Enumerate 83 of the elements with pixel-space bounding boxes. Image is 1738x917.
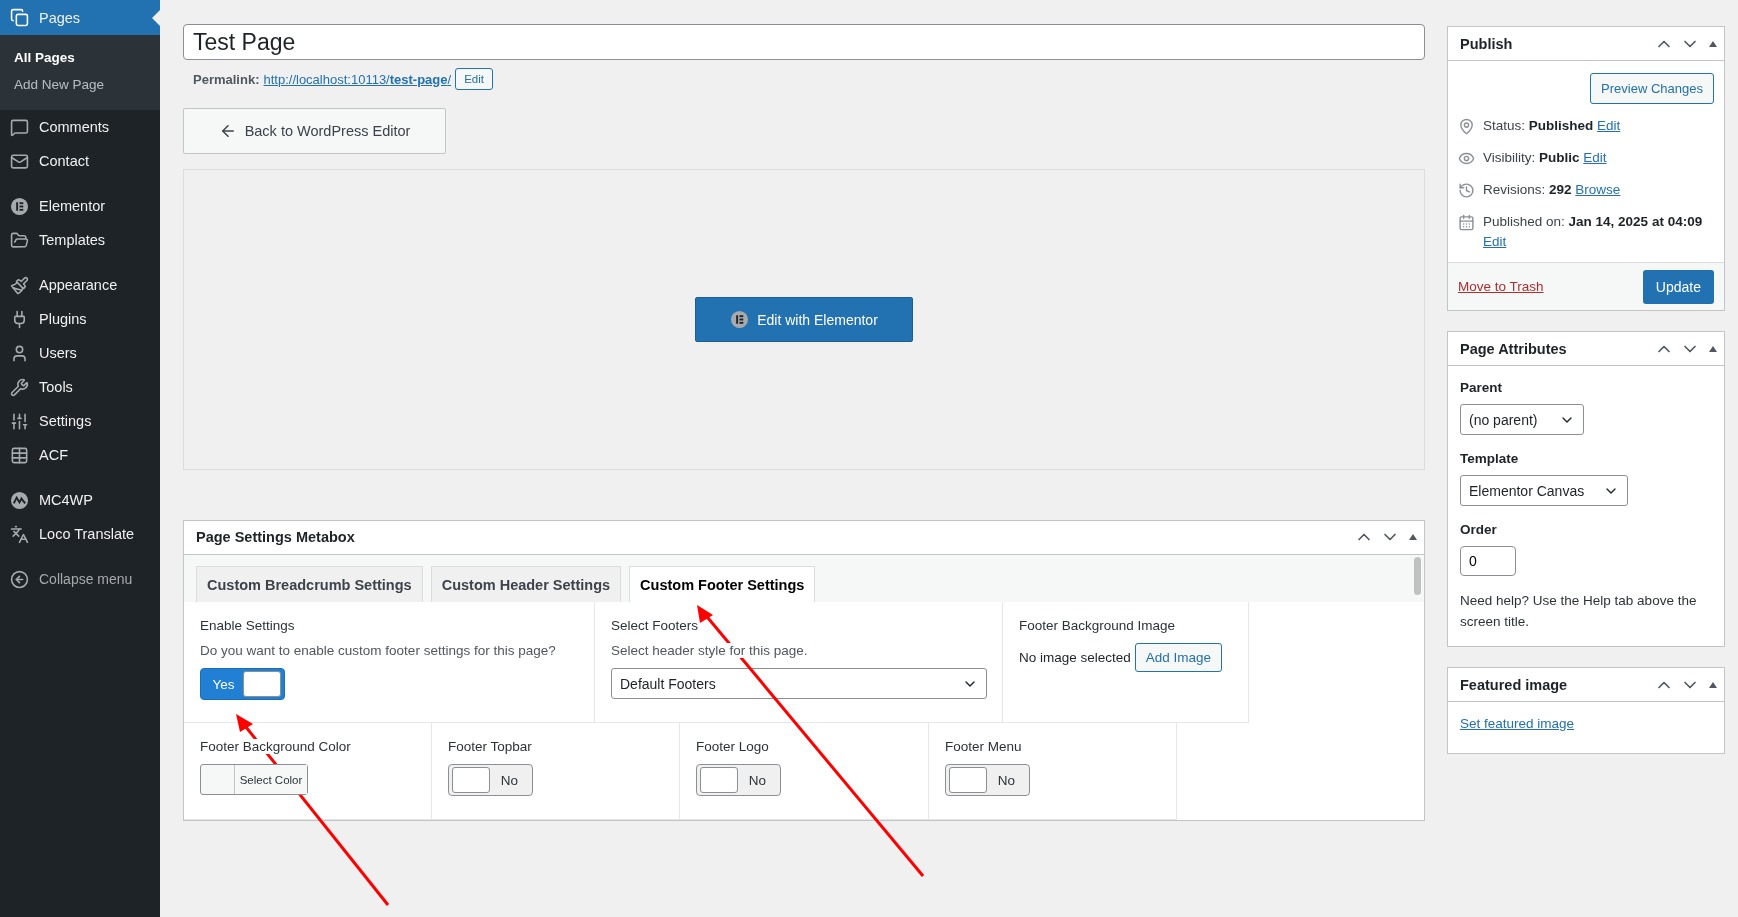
help-text: Need help? Use the Help tab above the screen title. [1460, 592, 1698, 631]
menu-item[interactable]: Contact [0, 144, 160, 178]
letter-e-circle-icon [730, 310, 750, 329]
toggle-switch[interactable]: No [448, 764, 533, 796]
info-link[interactable]: Edit [1597, 118, 1621, 133]
add-image-button[interactable]: Add Image [1134, 643, 1223, 672]
menu-item[interactable]: Loco Translate [0, 517, 160, 551]
badge-circle-icon [10, 490, 29, 510]
folder-icon [10, 230, 29, 250]
field-label: Footer Topbar [448, 739, 532, 754]
footer-select[interactable]: Default Footers [611, 668, 987, 699]
title-field[interactable]: Test Page [183, 24, 1425, 60]
info-link[interactable]: Edit [1583, 150, 1607, 165]
submenu-item[interactable]: All Pages [0, 44, 160, 71]
user-icon [10, 343, 29, 363]
speech-bubble-icon [10, 117, 29, 137]
menu-item[interactable]: Pages [0, 0, 160, 35]
table-icon [10, 445, 29, 465]
publish-info: Revisions: 292 Browse [1483, 181, 1621, 199]
update-button[interactable]: Update [1642, 269, 1714, 304]
letter-e-circle-icon [10, 196, 29, 216]
set-featured-image-link[interactable]: Set featured image [1460, 716, 1575, 731]
permalink-label: Permalink: [193, 71, 260, 87]
settings-tab[interactable]: Custom Header Settings [430, 566, 622, 602]
toggle-switch[interactable]: No [945, 764, 1030, 796]
field-label: Footer Menu [945, 739, 1022, 754]
permalink-link[interactable]: http://localhost:10113/test-page/ [263, 71, 452, 87]
field-label: Footer Logo [696, 739, 769, 754]
menu-item[interactable]: Plugins [0, 302, 160, 336]
template-select[interactable]: Elementor Canvas [1460, 475, 1628, 506]
field-description: Select header style for this page. [611, 643, 808, 658]
box-title: Page Attributes [1460, 340, 1567, 357]
menu-item[interactable]: ACF [0, 438, 160, 472]
publish-info: Published on: Jan 14, 2025 at 04:09 Edit [1483, 213, 1704, 251]
field-label: Select Footers [611, 618, 699, 633]
field-description: Do you want to enable custom footer settings for this page? [200, 643, 556, 658]
menu-item[interactable]: Users [0, 336, 160, 370]
field-label: Footer Background Image [1019, 618, 1176, 633]
color-picker[interactable]: Select Color [200, 764, 308, 795]
box-title: Publish [1460, 35, 1513, 52]
settings-tab[interactable]: Custom Footer Settings [629, 566, 816, 602]
settings-tab[interactable]: Custom Breadcrumb Settings [196, 566, 423, 602]
order-field[interactable]: 0 [1460, 546, 1516, 576]
publish-info: Status: Published Edit [1483, 117, 1621, 135]
field-label: Order [1460, 522, 1498, 537]
parent-select[interactable]: (no parent) [1460, 404, 1584, 435]
wrench-icon [10, 377, 29, 397]
menu-item[interactable]: MC4WP [0, 483, 160, 517]
back-button[interactable]: Back to WordPress Editor [183, 108, 446, 154]
menu-item[interactable]: Tools [0, 370, 160, 404]
preview-changes-button[interactable]: Preview Changes [1590, 73, 1714, 104]
field-label: Parent [1460, 380, 1504, 395]
history-clock-icon [1458, 182, 1475, 199]
menu-item[interactable]: Settings [0, 404, 160, 438]
calendar-icon [1458, 214, 1475, 231]
menu-item[interactable]: Appearance [0, 268, 160, 302]
sliders-icon [10, 411, 29, 431]
pages-icon [10, 8, 29, 27]
submenu-item[interactable]: Add New Page [0, 71, 160, 98]
publish-info: Visibility: Public Edit [1483, 149, 1607, 167]
collapse-menu[interactable]: Collapse menu [0, 562, 160, 596]
box-title: Page Settings Metabox [196, 529, 355, 546]
envelope-icon [10, 151, 29, 171]
info-link[interactable]: Browse [1575, 182, 1621, 197]
translate-icon [10, 524, 29, 544]
toggle-switch[interactable]: Yes [200, 668, 285, 700]
brush-icon [10, 275, 29, 295]
eye-icon [1458, 150, 1475, 167]
move-to-trash-link[interactable]: Move to Trash [1458, 279, 1544, 294]
field-label: Template [1460, 451, 1520, 466]
edit-permalink-button[interactable]: Edit [455, 68, 493, 90]
field-label: Footer Background Color [200, 739, 351, 754]
image-status: No image selected [1019, 650, 1131, 665]
menu-item[interactable]: Templates [0, 223, 160, 257]
scrollbar-thumb[interactable] [1414, 556, 1421, 595]
menu-item[interactable]: Elementor [0, 189, 160, 223]
box-title: Featured image [1460, 676, 1568, 693]
menu-item[interactable]: Comments [0, 110, 160, 144]
toggle-switch[interactable]: No [696, 764, 781, 796]
pin-icon [1458, 118, 1475, 135]
edit-with-elementor-button[interactable]: Edit with Elementor [695, 297, 913, 342]
field-label: Enable Settings [200, 618, 295, 633]
info-link[interactable]: Edit [1483, 234, 1507, 249]
